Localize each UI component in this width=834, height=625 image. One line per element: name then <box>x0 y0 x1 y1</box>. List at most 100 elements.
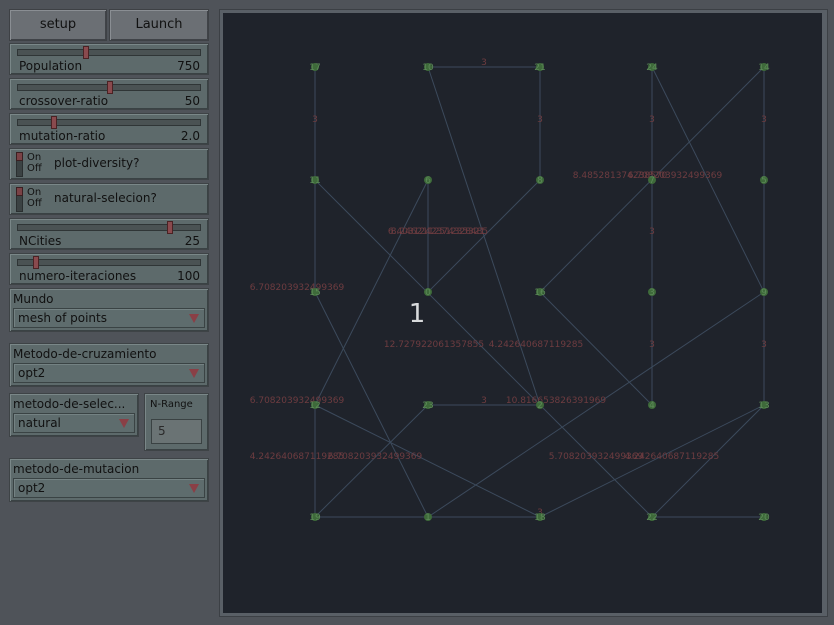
plot-diversity-switch-knob[interactable] <box>16 152 23 161</box>
population-slider[interactable]: Population 750 <box>9 43 209 75</box>
plot-diversity-label: plot-diversity? <box>54 156 140 170</box>
city-label-22: 22 <box>646 513 657 523</box>
city-label-17: 17 <box>309 63 320 73</box>
ncities-slider[interactable]: NCities 25 <box>9 218 209 250</box>
edge-weight-label: 3 <box>649 227 655 237</box>
city-label-7: 7 <box>649 176 655 186</box>
city-label-20: 20 <box>758 513 770 523</box>
edge-weight-label: 3 <box>312 115 318 125</box>
world-canvas[interactable]: 33 3 3 38.4852813742385706.7082039324993698… <box>220 10 827 616</box>
city-label-5: 5 <box>761 176 767 186</box>
mundo-selected-value: mesh of points <box>18 311 107 325</box>
city-label-3: 3 <box>649 288 655 298</box>
numero-iteraciones-slider-track[interactable] <box>17 259 201 266</box>
cruzamiento-select[interactable]: opt2 <box>13 363 205 383</box>
world-view[interactable]: 3 3 3 3 3 8.485281374238570 6.708203932499369 8… <box>219 9 828 617</box>
city-label-11: 11 <box>309 176 320 186</box>
nrange-label: N-Range <box>150 399 193 410</box>
edge-weight-label: 12.727922061357855 <box>384 340 484 350</box>
seleccion-chooser[interactable]: metodo-de-selec... natural <box>9 393 139 437</box>
chevron-down-icon <box>189 484 199 493</box>
ncities-slider-thumb[interactable] <box>167 221 173 234</box>
chevron-down-icon <box>189 314 199 323</box>
numero-iteraciones-value: 100 <box>177 269 200 283</box>
edge-weight-label: 3 <box>481 396 487 406</box>
edge-weight-label: 3 <box>537 115 543 125</box>
seleccion-label: metodo-de-selec... <box>13 397 126 411</box>
city-label-10: 10 <box>422 63 434 73</box>
city-label-2: 2 <box>537 401 543 411</box>
mutation-ratio-slider-track[interactable] <box>17 119 201 126</box>
numero-iteraciones-label: numero-iteraciones <box>19 269 137 283</box>
seleccion-select[interactable]: natural <box>13 413 135 433</box>
city-label-14: 14 <box>758 63 770 73</box>
plot-diversity-on-label: On <box>27 152 42 163</box>
city-label-9: 9 <box>761 288 767 298</box>
edge-weight-label: 4.242640687119285 <box>625 452 719 462</box>
mutacion-label: metodo-de-mutacion <box>13 462 140 476</box>
city-label-6: 6 <box>425 176 431 186</box>
population-label: Population <box>19 59 83 73</box>
cruzamiento-selected-value: opt2 <box>18 366 46 380</box>
mutation-ratio-slider[interactable]: mutation-ratio 2.0 <box>9 113 209 145</box>
mundo-select[interactable]: mesh of points <box>13 308 205 328</box>
edge-weight-label: 3 <box>761 340 767 350</box>
crossover-ratio-slider-thumb[interactable] <box>107 81 113 94</box>
launch-button[interactable]: Launch <box>109 9 209 41</box>
crossover-ratio-value: 50 <box>184 94 200 108</box>
edge-weight-label: 3 <box>649 115 655 125</box>
cruzamiento-label: Metodo-de-cruzamiento <box>13 347 157 361</box>
mutation-ratio-slider-thumb[interactable] <box>51 116 57 129</box>
setup-button[interactable]: setup <box>9 9 107 41</box>
edge-weight-label: 6.708203932499369 <box>250 396 345 406</box>
city-label-21: 21 <box>534 63 545 73</box>
ncities-label: NCities <box>19 234 62 248</box>
ncities-slider-track[interactable] <box>17 224 201 231</box>
edge-weight-label: 10.816653826391969 <box>506 396 606 406</box>
edge-weight-label: 6.4031242374328485 <box>388 227 488 237</box>
edge-weight-label: 6.708203932499369 <box>628 171 723 181</box>
city-label-12: 12 <box>309 401 320 411</box>
mundo-chooser[interactable]: Mundo mesh of points <box>9 288 209 332</box>
city-label-18: 18 <box>534 513 546 523</box>
city-label-16: 16 <box>534 288 546 298</box>
mutacion-chooser[interactable]: metodo-de-mutacion opt2 <box>9 458 209 502</box>
cruzamiento-chooser[interactable]: Metodo-de-cruzamiento opt2 <box>9 343 209 387</box>
ncities-value: 25 <box>184 234 200 248</box>
nrange-input-panel[interactable]: N-Range 5 <box>144 393 209 451</box>
crossover-ratio-slider[interactable]: crossover-ratio 50 <box>9 78 209 110</box>
city-label-1: 1 <box>425 513 431 523</box>
nrange-input[interactable]: 5 <box>151 419 202 444</box>
crossover-ratio-label: crossover-ratio <box>19 94 109 108</box>
mutacion-select[interactable]: opt2 <box>13 478 205 498</box>
chevron-down-icon <box>189 369 199 378</box>
city-label-24: 24 <box>646 63 658 73</box>
center-label: 1 <box>409 299 426 329</box>
mutation-ratio-value: 2.0 <box>180 129 200 143</box>
city-label-8: 8 <box>537 176 543 186</box>
numero-iteraciones-slider-thumb[interactable] <box>33 256 39 269</box>
edge-weight-label: 6.708203932499369 <box>328 452 423 462</box>
population-value: 750 <box>177 59 200 73</box>
natural-selecion-switch-knob[interactable] <box>16 187 23 196</box>
edge-weight-label: 3 <box>649 340 655 350</box>
city-label-0: 0 <box>425 288 431 298</box>
mutacion-selected-value: opt2 <box>18 481 46 495</box>
mutation-ratio-label: mutation-ratio <box>19 129 106 143</box>
plot-diversity-switch[interactable]: On Off plot-diversity? <box>9 148 209 180</box>
edge-weight-label: 4.242640687119285 <box>489 340 583 350</box>
natural-selecion-on-label: On <box>27 187 42 198</box>
seleccion-selected-value: natural <box>18 416 61 430</box>
numero-iteraciones-slider[interactable]: numero-iteraciones 100 <box>9 253 209 285</box>
natural-selecion-label: natural-selecion? <box>54 191 157 205</box>
city-label-19: 19 <box>309 513 321 523</box>
city-label-13: 13 <box>758 401 769 411</box>
city-label-4: 4 <box>649 401 655 411</box>
plot-diversity-off-label: Off <box>27 163 42 174</box>
population-slider-track[interactable] <box>17 49 201 56</box>
city-label-23: 23 <box>422 401 433 411</box>
chevron-down-icon <box>119 419 129 428</box>
natural-selecion-switch[interactable]: On Off natural-selecion? <box>9 183 209 215</box>
population-slider-thumb[interactable] <box>83 46 89 59</box>
edge-weight-label: 3 <box>761 115 767 125</box>
